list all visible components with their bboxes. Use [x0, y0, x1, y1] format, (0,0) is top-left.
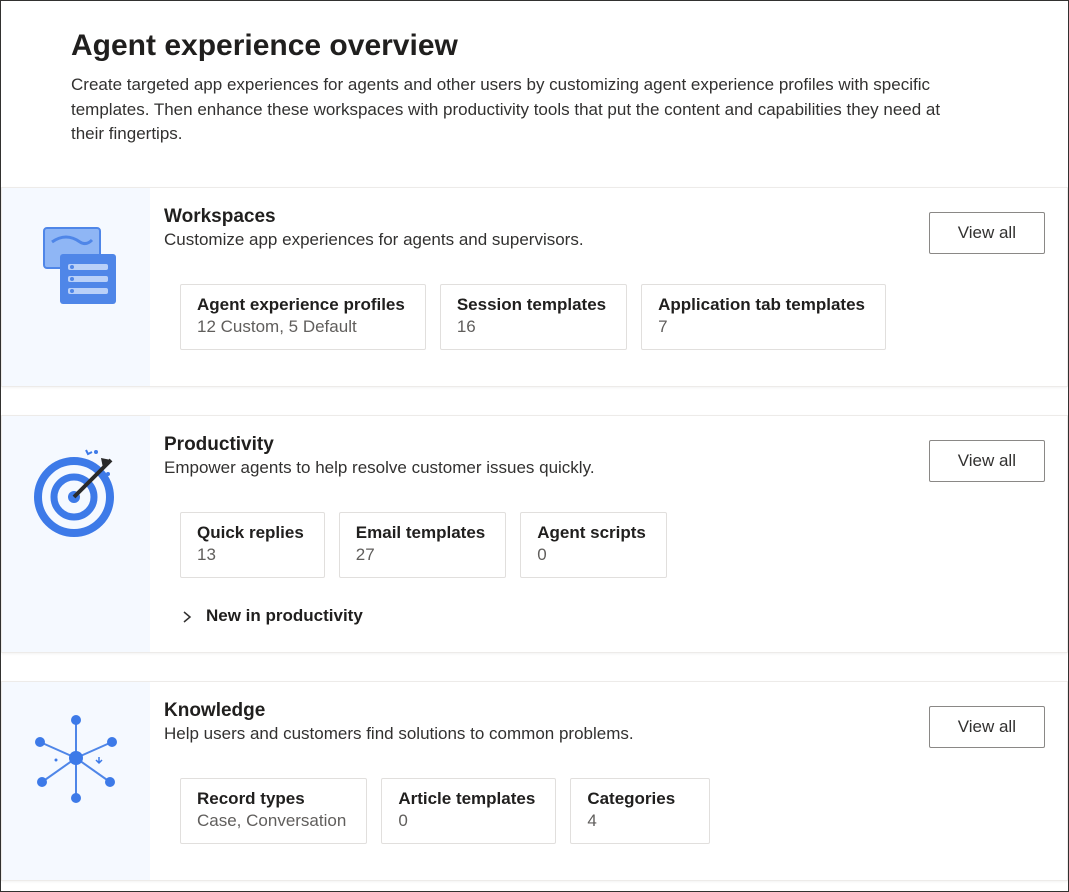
tile-value: 27	[356, 545, 485, 565]
page-header: Agent experience overview Create targete…	[1, 1, 1068, 187]
workspaces-tiles: Agent experience profiles 12 Custom, 5 D…	[164, 284, 1045, 350]
tile-title: Quick replies	[197, 523, 304, 543]
tile-session-templates[interactable]: Session templates 16	[440, 284, 627, 350]
tile-categories[interactable]: Categories 4	[570, 778, 710, 844]
page-description: Create targeted app experiences for agen…	[71, 73, 941, 147]
expander-label: New in productivity	[206, 606, 363, 626]
tile-title: Article templates	[398, 789, 535, 809]
workspaces-title: Workspaces	[164, 206, 929, 228]
network-icon	[26, 708, 126, 813]
tile-title: Session templates	[457, 295, 606, 315]
productivity-icon-col	[2, 416, 150, 652]
workspaces-subtitle: Customize app experiences for agents and…	[164, 230, 929, 250]
workspaces-view-all-button[interactable]: View all	[929, 212, 1045, 254]
tile-title: Application tab templates	[658, 295, 865, 315]
tile-value: 12 Custom, 5 Default	[197, 317, 405, 337]
tile-agent-experience-profiles[interactable]: Agent experience profiles 12 Custom, 5 D…	[180, 284, 426, 350]
productivity-subtitle: Empower agents to help resolve customer …	[164, 458, 929, 478]
tile-quick-replies[interactable]: Quick replies 13	[180, 512, 325, 578]
tile-record-types[interactable]: Record types Case, Conversation	[180, 778, 367, 844]
tile-title: Categories	[587, 789, 689, 809]
tile-email-templates[interactable]: Email templates 27	[339, 512, 506, 578]
target-icon	[26, 442, 126, 547]
knowledge-title: Knowledge	[164, 700, 929, 722]
productivity-tiles: Quick replies 13 Email templates 27 Agen…	[164, 512, 1045, 578]
section-workspaces: Workspaces Customize app experiences for…	[1, 187, 1068, 387]
knowledge-icon-col	[2, 682, 150, 880]
knowledge-subtitle: Help users and customers find solutions …	[164, 724, 929, 744]
workspaces-icon	[26, 214, 126, 319]
tile-value: Case, Conversation	[197, 811, 346, 831]
tile-value: 7	[658, 317, 865, 337]
tile-application-tab-templates[interactable]: Application tab templates 7	[641, 284, 886, 350]
section-knowledge: Knowledge Help users and customers find …	[1, 681, 1068, 881]
tile-title: Agent experience profiles	[197, 295, 405, 315]
tile-agent-scripts[interactable]: Agent scripts 0	[520, 512, 667, 578]
productivity-view-all-button[interactable]: View all	[929, 440, 1045, 482]
knowledge-view-all-button[interactable]: View all	[929, 706, 1045, 748]
tile-value: 13	[197, 545, 304, 565]
tile-value: 0	[398, 811, 535, 831]
productivity-title: Productivity	[164, 434, 929, 456]
tile-title: Record types	[197, 789, 346, 809]
tile-value: 4	[587, 811, 689, 831]
tile-title: Agent scripts	[537, 523, 646, 543]
tile-value: 16	[457, 317, 606, 337]
chevron-right-icon	[180, 609, 194, 623]
tile-article-templates[interactable]: Article templates 0	[381, 778, 556, 844]
page-title: Agent experience overview	[71, 29, 998, 63]
knowledge-tiles: Record types Case, Conversation Article …	[164, 778, 1045, 844]
tile-title: Email templates	[356, 523, 485, 543]
new-in-productivity-expander[interactable]: New in productivity	[164, 606, 1045, 626]
section-productivity: Productivity Empower agents to help reso…	[1, 415, 1068, 653]
tile-value: 0	[537, 545, 646, 565]
workspaces-icon-col	[2, 188, 150, 386]
